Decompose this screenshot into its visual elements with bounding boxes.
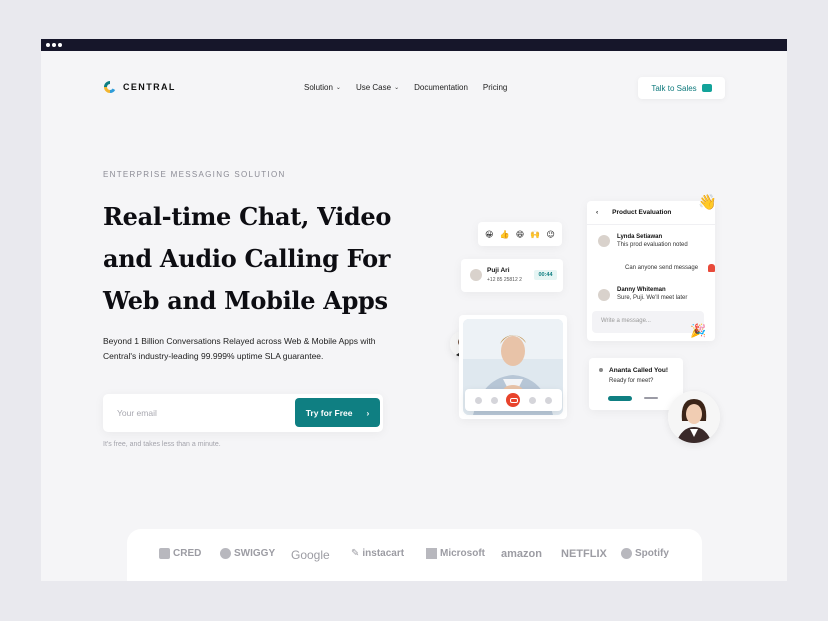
decline-button[interactable] xyxy=(644,397,658,399)
chat-icon xyxy=(701,84,712,92)
missed-call-notification: Ananta Called You! Ready for meet? xyxy=(589,358,683,410)
window-titlebar xyxy=(41,39,787,51)
logo-netflix: NETFLIX xyxy=(561,548,607,560)
headline-line: and Audio Calling For xyxy=(103,244,391,273)
logo-amazon: amazon xyxy=(501,548,542,560)
message-text: Can anyone send message xyxy=(625,265,699,271)
woman-portrait-icon xyxy=(668,391,720,443)
chat-message: Danny Whiteman Sure, Puji. We'll meet la… xyxy=(617,287,687,301)
message-text: This prod evaluation noted xyxy=(617,242,688,248)
nav-label: Use Case xyxy=(355,83,392,92)
hero-eyebrow: ENTERPRISE MESSAGING SOLUTION xyxy=(103,170,286,179)
talk-to-sales-button[interactable]: Talk to Sales xyxy=(638,77,725,99)
end-call-button[interactable] xyxy=(506,393,521,407)
emoji-reaction[interactable]: 👍 xyxy=(500,230,510,239)
hero-headline: Real-time Chat, Video and Audio Calling … xyxy=(103,196,423,322)
emoji-reaction[interactable]: 😄 xyxy=(516,230,524,239)
main-nav: Solution ⌄ Use Case ⌄ Documentation Pric… xyxy=(304,83,507,92)
accept-button[interactable] xyxy=(608,396,632,401)
nav-item-solution[interactable]: Solution ⌄ xyxy=(304,83,341,92)
call-timer: 00:44 xyxy=(534,270,557,280)
chevron-right-icon: › xyxy=(366,407,370,418)
logo-text: Google xyxy=(291,548,330,562)
nav-label: Documentation xyxy=(414,83,468,92)
logo-instacart: ✎ instacart xyxy=(351,548,404,559)
carrot-icon: ✎ xyxy=(351,548,360,559)
logo-text: Microsoft xyxy=(440,548,485,559)
logo-swiggy: SWIGGY xyxy=(220,548,275,559)
logo-text: Spotify xyxy=(635,548,669,559)
chat-message-outgoing: Can anyone send message xyxy=(625,265,698,271)
logo-microsoft: Microsoft xyxy=(426,548,485,559)
status-dot xyxy=(599,368,603,372)
group-chat-panel: ‹ Product Evaluation Lynda Setiawan This… xyxy=(587,201,715,341)
signup-fineprint: It's free, and takes less than a minute. xyxy=(103,441,221,448)
message-author: Lynda Setiawan xyxy=(617,234,663,240)
logo-text: NETFLIX xyxy=(561,548,607,560)
back-arrow-icon[interactable]: ‹ xyxy=(596,209,598,216)
notification-text: Ready for meet? xyxy=(609,378,654,384)
chevron-down-icon: ⌄ xyxy=(394,85,400,91)
logo-cred: CRED xyxy=(159,548,201,559)
headline-line: Web and Mobile Apps xyxy=(103,286,388,315)
nav-item-use-case[interactable]: Use Case ⌄ xyxy=(356,83,399,92)
contact-name: Puji Ari xyxy=(487,267,510,274)
brand-logo[interactable]: CENTRAL xyxy=(103,80,176,94)
emoji-reaction[interactable]: 😀 xyxy=(485,230,493,239)
logo-text: CRED xyxy=(173,548,202,559)
avatar xyxy=(598,289,610,301)
call-controls xyxy=(465,389,562,411)
microsoft-icon xyxy=(426,548,437,559)
more-button[interactable] xyxy=(544,396,552,404)
emoji-reaction[interactable]: 🙌 xyxy=(530,230,540,239)
nav-item-pricing[interactable]: Pricing xyxy=(483,83,507,92)
logo-text: SWIGGY xyxy=(234,548,276,559)
message-input[interactable]: Write a message... xyxy=(592,311,704,333)
window-dot[interactable] xyxy=(46,43,50,47)
nav-item-documentation[interactable]: Documentation xyxy=(414,83,468,92)
avatar xyxy=(598,235,610,247)
window-dot[interactable] xyxy=(58,43,62,47)
chevron-down-icon: ⌄ xyxy=(335,85,341,91)
notification-bell-icon xyxy=(708,264,715,272)
browser-window: CENTRAL Solution ⌄ Use Case ⌄ Documentat… xyxy=(41,39,787,581)
talk-to-sales-label: Talk to Sales xyxy=(651,83,697,93)
chat-message: Lynda Setiawan This prod evaluation note… xyxy=(617,234,688,248)
try-for-free-label: Try for Free xyxy=(305,407,353,418)
party-emoji: 🎉 xyxy=(690,323,707,338)
logo-text: instacart xyxy=(362,548,405,559)
nav-label: Solution xyxy=(304,83,333,92)
camera-button[interactable] xyxy=(490,396,498,404)
logo-spotify: Spotify xyxy=(621,548,669,559)
central-logo-icon xyxy=(104,81,116,93)
nav-label: Pricing xyxy=(482,83,508,92)
brand-name: CENTRAL xyxy=(123,82,176,92)
cred-icon xyxy=(159,548,170,559)
message-text: Sure, Puji. We'll meet later xyxy=(617,295,688,301)
chat-panel-header: ‹ Product Evaluation xyxy=(587,201,715,225)
hero-subtext: Beyond 1 Billion Conversations Relayed a… xyxy=(103,336,376,361)
email-input[interactable] xyxy=(117,404,277,422)
headline-line: Real-time Chat, Video xyxy=(103,202,392,231)
customer-logos-strip: CRED SWIGGY Google ✎ instacart Microsoft … xyxy=(127,529,702,581)
logo-text: amazon xyxy=(501,548,542,560)
emoji-reactions: 😀 👍 😄 🙌 😉 xyxy=(478,222,562,246)
mute-button[interactable] xyxy=(475,396,483,404)
call-contact-card: Puji Ari +12 85 25812 2 00:44 xyxy=(461,259,563,292)
emoji-reaction[interactable]: 😉 xyxy=(547,230,555,239)
spotify-icon xyxy=(621,548,632,559)
avatar xyxy=(470,269,482,281)
message-author: Danny Whiteman xyxy=(617,287,666,293)
avatar xyxy=(668,391,720,443)
wave-emoji: 👋 xyxy=(698,194,717,211)
share-button[interactable] xyxy=(529,396,537,404)
contact-phone: +12 85 25812 2 xyxy=(487,277,522,283)
notification-title: Ananta Called You! xyxy=(609,367,668,374)
chat-title: Product Evaluation xyxy=(612,209,672,216)
try-for-free-button[interactable]: Try for Free › xyxy=(295,398,380,427)
window-dot[interactable] xyxy=(52,43,56,47)
logo-google: Google xyxy=(291,548,330,562)
signup-form: Try for Free › xyxy=(103,394,383,432)
swiggy-icon xyxy=(220,548,231,559)
